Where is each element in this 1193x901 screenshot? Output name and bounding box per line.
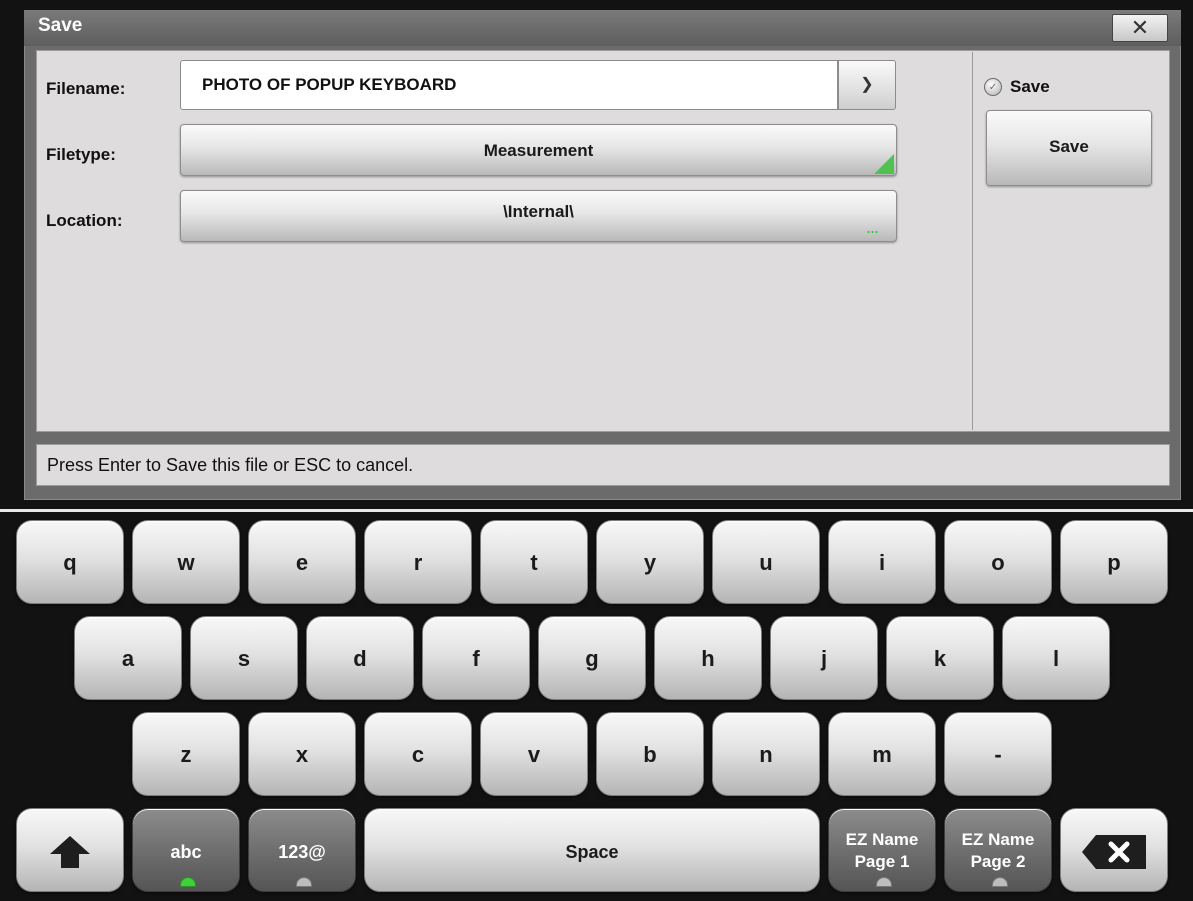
key-j[interactable]: j — [770, 616, 878, 700]
ez1-indicator — [876, 877, 892, 887]
key-q[interactable]: q — [16, 520, 124, 604]
abc-key-label: abc — [170, 842, 202, 862]
key-d[interactable]: d — [306, 616, 414, 700]
key-u[interactable]: u — [712, 520, 820, 604]
filetype-marker — [874, 154, 894, 174]
key-i[interactable]: i — [828, 520, 936, 604]
keyboard-separator — [0, 509, 1193, 512]
location-label: Location: — [46, 211, 123, 230]
ez1-line1: EZ Name — [845, 830, 919, 849]
key-f[interactable]: f — [422, 616, 530, 700]
close-icon: ✕ — [1130, 15, 1150, 40]
location-button[interactable]: \Internal\ — [180, 190, 897, 242]
key-v[interactable]: v — [480, 712, 588, 796]
save-radio[interactable]: ✓ — [984, 78, 1002, 96]
space-key[interactable]: Space — [364, 808, 820, 892]
key-s[interactable]: s — [190, 616, 298, 700]
panel-divider — [972, 52, 973, 430]
key-k[interactable]: k — [886, 616, 994, 700]
save-button[interactable]: Save — [986, 110, 1152, 186]
ez-name-page-2-key[interactable]: EZ Name Page 2 — [944, 808, 1052, 892]
numeric-key-label: 123@ — [278, 842, 326, 862]
filetype-label: Filetype: — [46, 145, 116, 164]
key-e[interactable]: e — [248, 520, 356, 604]
close-button[interactable]: ✕ — [1112, 14, 1168, 42]
ez-name-page-1-key[interactable]: EZ Name Page 1 — [828, 808, 936, 892]
numeric-indicator — [296, 877, 312, 887]
key-l[interactable]: l — [1002, 616, 1110, 700]
key-x[interactable]: x — [248, 712, 356, 796]
shift-key[interactable] — [16, 808, 124, 892]
key-o[interactable]: o — [944, 520, 1052, 604]
key-t[interactable]: t — [480, 520, 588, 604]
numeric-key[interactable]: 123@ — [248, 808, 356, 892]
shift-arrow-icon — [50, 836, 90, 869]
backspace-key[interactable] — [1060, 808, 1168, 892]
key-hyphen[interactable]: - — [944, 712, 1052, 796]
key-a[interactable]: a — [74, 616, 182, 700]
filename-dropdown-button[interactable]: ❯ — [838, 60, 896, 110]
key-w[interactable]: w — [132, 520, 240, 604]
key-m[interactable]: m — [828, 712, 936, 796]
space-key-label: Space — [565, 842, 619, 862]
chevron-down-icon: ❯ — [860, 76, 874, 93]
key-r[interactable]: r — [364, 520, 472, 604]
backspace-icon — [1082, 835, 1146, 870]
filetype-button[interactable]: Measurement — [180, 124, 897, 176]
dialog-titlebar — [24, 10, 1181, 46]
key-c[interactable]: c — [364, 712, 472, 796]
filename-label: Filename: — [46, 79, 126, 98]
ez1-line2: Page 1 — [854, 852, 910, 871]
status-bar: Press Enter to Save this file or ESC to … — [36, 444, 1170, 486]
ez2-line2: Page 2 — [970, 852, 1026, 871]
key-g[interactable]: g — [538, 616, 646, 700]
location-more-indicator: ... — [866, 217, 879, 237]
dialog-title: Save — [38, 15, 83, 36]
save-radio-label[interactable]: Save — [1010, 77, 1050, 97]
key-p[interactable]: p — [1060, 520, 1168, 604]
key-z[interactable]: z — [132, 712, 240, 796]
key-n[interactable]: n — [712, 712, 820, 796]
abc-active-indicator — [180, 877, 196, 887]
key-y[interactable]: y — [596, 520, 704, 604]
abc-key[interactable]: abc — [132, 808, 240, 892]
check-icon: ✓ — [988, 82, 998, 93]
key-h[interactable]: h — [654, 616, 762, 700]
ez2-indicator — [992, 877, 1008, 887]
ez2-line1: EZ Name — [961, 830, 1035, 849]
key-b[interactable]: b — [596, 712, 704, 796]
filename-value[interactable]: PHOTO OF POPUP KEYBOARD — [202, 74, 456, 96]
